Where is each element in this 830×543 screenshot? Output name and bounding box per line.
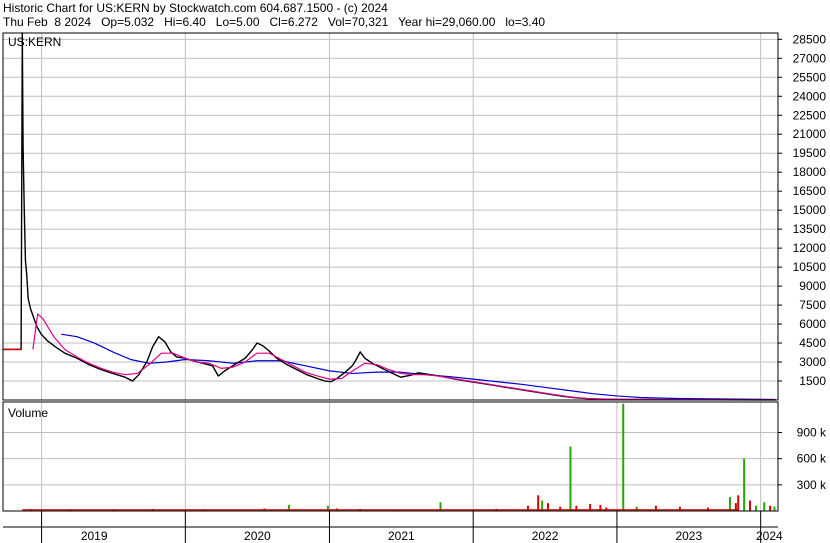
year-label: 2019: [81, 529, 108, 543]
price-tick-label: 12000: [793, 241, 827, 255]
close-price-line: [3, 32, 776, 401]
year-gridlines: [41, 33, 762, 511]
volume-bar: [622, 403, 625, 511]
volume-panel-label: Volume: [8, 406, 48, 420]
year-label: 2021: [388, 529, 415, 543]
year-label: 2023: [675, 529, 702, 543]
year-label: 2022: [532, 529, 559, 543]
volume-bar: [763, 502, 766, 511]
short-moving-average-line: [32, 313, 776, 401]
price-tick-label: 13500: [793, 222, 827, 236]
price-tick-label: 27000: [793, 51, 827, 65]
price-series-lines: [3, 32, 776, 401]
year-label: 2020: [244, 529, 271, 543]
price-tick-label: 28500: [793, 32, 827, 46]
volume-axis-ticks: 300 k 600 k 900 k: [778, 426, 827, 492]
price-tick-label: 15000: [793, 203, 827, 217]
price-panel-frame: [2, 32, 779, 401]
price-tick-label: 19500: [793, 146, 827, 160]
price-tick-label: 9000: [799, 279, 826, 293]
volume-bar: [773, 506, 776, 511]
volume-tick-label: 600 k: [797, 452, 827, 466]
volume-bar: [769, 505, 772, 511]
volume-bar: [728, 497, 731, 511]
price-tick-label: 1500: [799, 374, 826, 388]
price-tick-label: 21000: [793, 127, 827, 141]
volume-tick-label: 900 k: [797, 426, 827, 440]
price-panel-label: US:KERN: [8, 35, 61, 49]
price-tick-label: 7500: [799, 298, 826, 312]
year-label: 2024: [756, 529, 783, 543]
price-tick-label: 16500: [793, 184, 827, 198]
volume-bar: [537, 495, 540, 511]
volume-bars: [22, 403, 776, 511]
price-tick-label: 4500: [799, 336, 826, 350]
volume-bar: [737, 495, 740, 511]
volume-bar: [743, 458, 746, 511]
price-tick-label: 18000: [793, 165, 827, 179]
stock-chart: US:KERN Volume 1500300045006000750090001…: [2, 32, 827, 543]
price-axis-ticks: 1500 3000 4500 6000 7500 9000 10500 12000 13500 1…: [778, 32, 826, 388]
long-moving-average-line: [61, 333, 776, 401]
volume-bar: [569, 446, 572, 511]
volume-grid: [3, 432, 778, 486]
chart-window: Historic Chart for US:KERN by Stockwatch…: [0, 0, 830, 543]
price-tick-label: 22500: [793, 108, 827, 122]
price-tick-label: 6000: [799, 317, 826, 331]
price-tick-label: 24000: [793, 89, 827, 103]
price-tick-label: 25500: [793, 70, 827, 84]
volume-bar: [754, 505, 757, 511]
volume-panel-frame: [2, 401, 779, 512]
price-grid: [3, 38, 778, 382]
volume-bar: [749, 500, 752, 511]
price-tick-label: 3000: [799, 355, 826, 369]
price-tick-label: 10500: [793, 260, 827, 274]
volume-tick-label: 300 k: [797, 478, 827, 492]
